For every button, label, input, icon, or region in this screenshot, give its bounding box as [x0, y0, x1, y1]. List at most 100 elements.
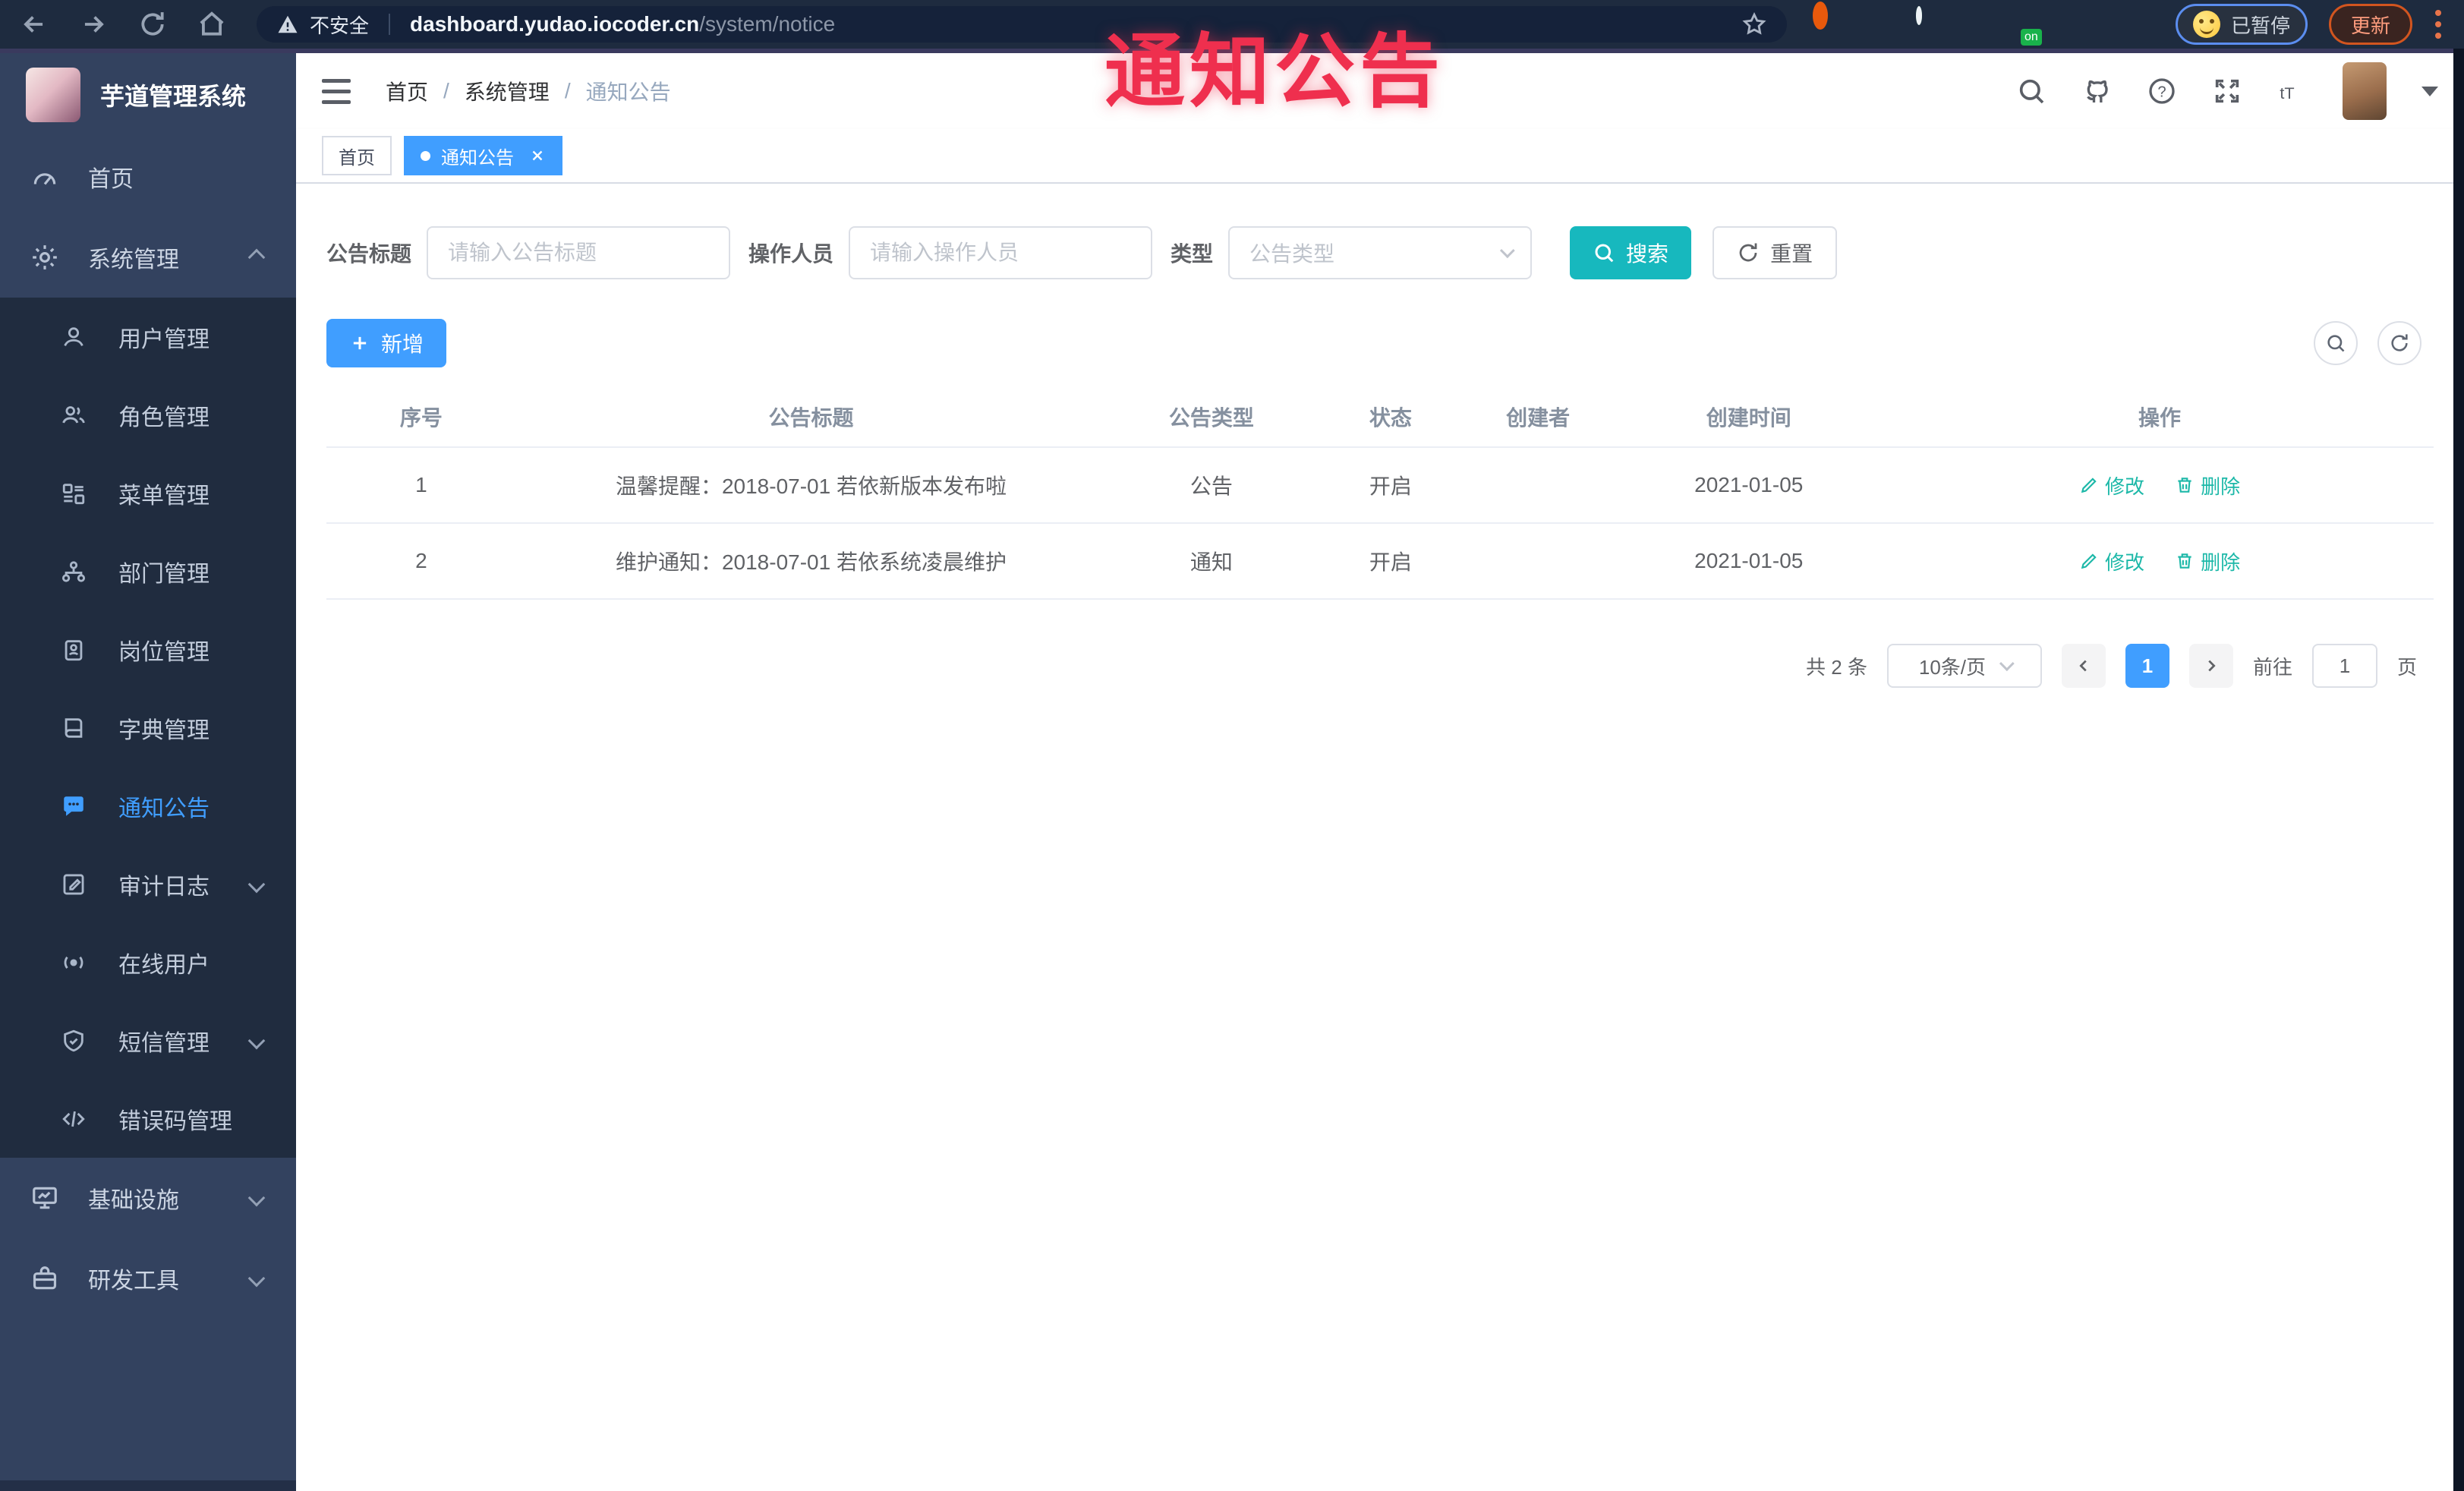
table-tools — [2314, 321, 2421, 365]
page-unit-label: 页 — [2396, 655, 2417, 679]
url-domain: dashboard.yudao.iocoder.cn — [410, 12, 700, 36]
breadcrumb-home[interactable]: 首页 — [386, 76, 428, 106]
active-tag-dot — [421, 150, 430, 161]
extension-ring-icon[interactable] — [1812, 2, 1843, 39]
row-type: 公告 — [1189, 474, 1233, 498]
back-icon[interactable] — [20, 10, 49, 39]
security-warning-icon[interactable] — [276, 13, 299, 36]
code-icon — [61, 1106, 87, 1132]
home-icon[interactable] — [197, 10, 226, 39]
total-count: 共 2 条 — [1806, 655, 1867, 679]
browser-profile-pill[interactable]: 已暂停 — [2175, 4, 2308, 45]
sidebar-item-home[interactable]: 首页 — [0, 137, 296, 217]
delete-link[interactable]: 删除 — [2175, 547, 2240, 575]
sidebar-item-label: 通知公告 — [118, 796, 210, 821]
toggle-search-button[interactable] — [2314, 321, 2358, 365]
trash-icon — [2178, 553, 2191, 569]
shield-check-icon — [61, 1028, 87, 1054]
sidebar-item-sms[interactable]: 短信管理 — [0, 1001, 296, 1080]
tag-notice[interactable]: 通知公告 — [404, 136, 562, 175]
row-status: 开启 — [1369, 550, 1412, 574]
users-icon — [61, 402, 87, 428]
next-page-button[interactable] — [2188, 644, 2233, 688]
notice-type-select[interactable]: 公告类型 — [1228, 226, 1533, 279]
chevron-down-icon — [247, 1269, 266, 1288]
search-icon[interactable] — [2016, 76, 2047, 106]
extension-green-icon[interactable] — [1915, 6, 1946, 39]
forward-icon[interactable] — [79, 10, 108, 39]
user-avatar[interactable] — [2343, 62, 2387, 120]
sidebar-item-label: 系统管理 — [88, 247, 179, 273]
chevron-right-icon — [2208, 660, 2216, 672]
user-icon — [61, 324, 87, 350]
extension-gem-icon[interactable] — [1968, 9, 1998, 39]
breadcrumb-separator: / — [443, 79, 449, 102]
extension-switch-icon[interactable]: on — [2019, 9, 2050, 46]
reload-icon[interactable] — [138, 10, 167, 39]
row-actions: 修改 删除 — [1886, 471, 2434, 500]
sidebar-item-dictionary[interactable]: 字典管理 — [0, 689, 296, 767]
filter-type-group: 类型 公告类型 — [1171, 226, 1533, 279]
sidebar-item-menus[interactable]: 菜单管理 — [0, 454, 296, 532]
page-size-select[interactable]: 10条/页 — [1886, 644, 2042, 688]
extension-drop-icon[interactable] — [1864, 9, 1895, 39]
font-size-icon[interactable]: tT — [2277, 76, 2308, 106]
sidebar-item-system[interactable]: 系统管理 — [0, 217, 296, 298]
help-icon[interactable]: ? — [2147, 76, 2177, 106]
edit-link[interactable]: 修改 — [2079, 471, 2144, 500]
bookmark-star-icon[interactable] — [1741, 11, 1767, 37]
row-title: 温馨提醒：2018-07-01 若依新版本发布啦 — [615, 474, 1007, 498]
row-status: 开启 — [1369, 474, 1412, 498]
close-icon[interactable] — [529, 147, 546, 164]
sidebar-item-label: 基础设施 — [88, 1188, 179, 1213]
sidebar-item-online-users[interactable]: 在线用户 — [0, 923, 296, 1001]
goto-page-input[interactable] — [2311, 644, 2377, 688]
delete-link[interactable]: 删除 — [2175, 471, 2240, 500]
pagination: 共 2 条 10条/页 1 前往 页 — [326, 644, 2434, 688]
sidebar-logo[interactable]: 芋道管理系统 — [0, 53, 296, 137]
search-icon — [1595, 244, 1614, 263]
sidebar-item-error-codes[interactable]: 错误码管理 — [0, 1080, 296, 1158]
search-button[interactable]: 搜索 — [1570, 226, 1692, 279]
operator-input[interactable] — [849, 226, 1153, 279]
svg-text:tT: tT — [2280, 84, 2294, 102]
fullscreen-icon[interactable] — [2212, 76, 2242, 106]
sidebar-item-notice[interactable]: 通知公告 — [0, 767, 296, 845]
prev-page-button[interactable] — [2061, 644, 2106, 688]
app-title: 芋道管理系统 — [100, 83, 247, 110]
sidebar-item-audit-log[interactable]: 审计日志 — [0, 845, 296, 923]
tag-label: 通知公告 — [441, 147, 514, 169]
breadcrumb-system[interactable]: 系统管理 — [465, 76, 550, 106]
address-bar[interactable]: 不安全 dashboard.yudao.iocoder.cn/system/no… — [257, 6, 1787, 43]
github-icon[interactable] — [2081, 76, 2112, 106]
tag-home[interactable]: 首页 — [322, 136, 392, 175]
sidebar-item-dev-tools[interactable]: 研发工具 — [0, 1238, 296, 1319]
chat-bubble-icon — [61, 793, 87, 819]
reset-button[interactable]: 重置 — [1713, 226, 1838, 279]
sidebar-item-label: 在线用户 — [118, 952, 210, 978]
add-button[interactable]: 新增 — [326, 319, 447, 367]
sidebar: 芋道管理系统 首页 系统管理 用户管理 角色管理 菜单管理 部门管理 岗位管理 … — [0, 53, 296, 1491]
tag-label: 首页 — [339, 147, 375, 169]
breadcrumb-current: 通知公告 — [585, 80, 671, 104]
edit-link[interactable]: 修改 — [2079, 547, 2144, 575]
logo-image — [26, 68, 80, 122]
sidebar-item-departments[interactable]: 部门管理 — [0, 532, 296, 610]
sidebar-toggle-icon[interactable] — [322, 78, 351, 104]
refresh-table-button[interactable] — [2377, 321, 2421, 365]
chrome-update-button[interactable]: 更新 — [2328, 4, 2412, 45]
sidebar-item-roles[interactable]: 角色管理 — [0, 376, 296, 454]
notice-title-input[interactable] — [427, 226, 731, 279]
sidebar-item-users[interactable]: 用户管理 — [0, 298, 296, 376]
profile-paused-label: 已暂停 — [2230, 14, 2290, 37]
window-divider — [0, 49, 2464, 53]
sidebar-item-label: 菜单管理 — [118, 483, 210, 509]
browser-menu-icon[interactable] — [2435, 10, 2441, 39]
avatar-caret-icon[interactable] — [2421, 86, 2438, 96]
chevron-up-icon — [247, 248, 266, 266]
extensions-puzzle-icon[interactable] — [2122, 9, 2153, 39]
sidebar-item-infrastructure[interactable]: 基础设施 — [0, 1158, 296, 1238]
extension-leaf-icon[interactable] — [2071, 9, 2101, 39]
sidebar-item-posts[interactable]: 岗位管理 — [0, 610, 296, 689]
current-page-button[interactable]: 1 — [2125, 644, 2169, 688]
